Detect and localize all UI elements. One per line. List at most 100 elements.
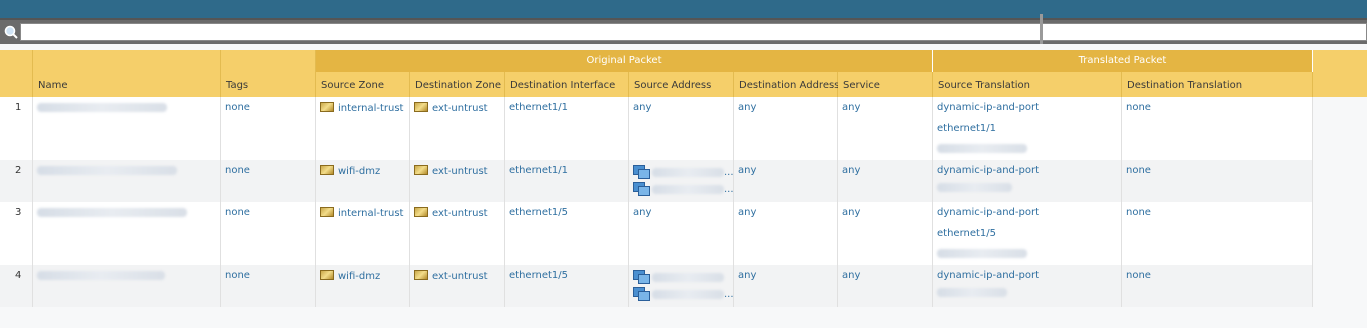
service-cell[interactable]: any xyxy=(838,202,933,265)
name-cell[interactable] xyxy=(33,202,221,265)
source-translation-interface: ethernet1/1 xyxy=(937,123,997,134)
address-object-icon xyxy=(633,165,650,179)
destination-translation-value: none xyxy=(1126,207,1151,218)
source-translation-interface: ethernet1/5 xyxy=(937,228,997,239)
destination-zone-value: ext-untrust xyxy=(414,102,488,114)
destination-zone-cell[interactable]: ext-untrust xyxy=(410,202,505,265)
header-source-translation-label: Source Translation xyxy=(938,80,1031,91)
tags-cell[interactable]: none xyxy=(221,160,316,202)
source-translation-address-redacted xyxy=(937,182,1012,193)
header-col-destination-zone[interactable]: Destination Zone xyxy=(410,72,505,97)
table-row[interactable]: 1 none internal-trust ext-untrust ethern… xyxy=(0,97,1313,160)
destination-address-value: any xyxy=(738,102,757,113)
header-source-zone-label: Source Zone xyxy=(321,80,384,91)
tags-cell[interactable]: none xyxy=(221,97,316,160)
destination-zone-cell[interactable]: ext-untrust xyxy=(410,160,505,202)
source-translation-type: dynamic-ip-and-port xyxy=(937,207,1040,218)
header-col-tags[interactable]: Tags xyxy=(221,50,316,97)
zone-icon xyxy=(320,207,334,217)
source-address-value: any xyxy=(633,207,652,218)
zone-icon xyxy=(414,270,428,280)
header-col-source-address[interactable]: Source Address xyxy=(629,72,734,97)
table-row[interactable]: 2 none wifi-dmz ext-untrust ethernet1/1 … xyxy=(0,160,1313,202)
source-zone-cell[interactable]: wifi-dmz xyxy=(316,160,410,202)
tags-value: none xyxy=(225,165,250,176)
destination-translation-cell[interactable]: none xyxy=(1122,265,1313,307)
source-address-cell[interactable]: any xyxy=(629,202,734,265)
destination-zone-value: ext-untrust xyxy=(414,165,488,177)
rule-name-redacted xyxy=(37,102,167,113)
destination-zone-cell[interactable]: ext-untrust xyxy=(410,265,505,307)
destination-translation-cell[interactable]: none xyxy=(1122,160,1313,202)
rule-name-redacted xyxy=(37,165,177,176)
row-number: 3 xyxy=(15,207,22,218)
destination-interface-cell[interactable]: ethernet1/5 xyxy=(505,265,629,307)
table-row[interactable]: 4 none wifi-dmz ext-untrust ethernet1/5 … xyxy=(0,265,1313,307)
source-zone-value: wifi-dmz xyxy=(320,270,380,282)
overflow-ellipsis: ... xyxy=(724,184,734,195)
source-translation-cell[interactable]: dynamic-ip-and-port ethernet1/5 xyxy=(933,202,1122,265)
header-group-original-packet: Original Packet xyxy=(316,50,933,72)
rule-name-redacted xyxy=(37,207,187,218)
filter-input[interactable] xyxy=(20,23,1367,41)
header-tags-label: Tags xyxy=(226,80,249,91)
source-zone-cell[interactable]: internal-trust xyxy=(316,97,410,160)
header-col-source-zone[interactable]: Source Zone xyxy=(316,72,410,97)
search-icon[interactable] xyxy=(3,24,19,40)
header-col-name[interactable]: Name xyxy=(33,50,221,97)
destination-address-cell[interactable]: any xyxy=(734,160,838,202)
address-object-icon xyxy=(633,287,650,301)
tags-cell[interactable]: none xyxy=(221,265,316,307)
source-zone-cell[interactable]: wifi-dmz xyxy=(316,265,410,307)
destination-address-value: any xyxy=(738,165,757,176)
destination-translation-value: none xyxy=(1126,102,1151,113)
source-address-cell[interactable]: ... xyxy=(629,265,734,307)
table-row[interactable]: 3 none internal-trust ext-untrust ethern… xyxy=(0,202,1313,265)
source-translation-address-redacted xyxy=(937,287,1007,298)
destination-zone-cell[interactable]: ext-untrust xyxy=(410,97,505,160)
source-address-cell[interactable]: ... ... xyxy=(629,160,734,202)
overflow-ellipsis: ... xyxy=(724,167,734,178)
destination-translation-cell[interactable]: none xyxy=(1122,97,1313,160)
source-translation-type: dynamic-ip-and-port xyxy=(937,102,1040,113)
source-translation-cell[interactable]: dynamic-ip-and-port ethernet1/1 xyxy=(933,97,1122,160)
row-number-cell: 4 xyxy=(0,265,33,307)
source-translation-address-redacted xyxy=(937,143,1027,154)
source-translation-cell[interactable]: dynamic-ip-and-port xyxy=(933,160,1122,202)
tags-cell[interactable]: none xyxy=(221,202,316,265)
destination-interface-cell[interactable]: ethernet1/1 xyxy=(505,160,629,202)
name-cell[interactable] xyxy=(33,265,221,307)
source-address-value: any xyxy=(633,102,652,113)
destination-address-value: any xyxy=(738,207,757,218)
header-destination-translation-label: Destination Translation xyxy=(1127,80,1243,91)
service-cell[interactable]: any xyxy=(838,160,933,202)
service-cell[interactable]: any xyxy=(838,97,933,160)
destination-interface-cell[interactable]: ethernet1/1 xyxy=(505,97,629,160)
destination-address-cell[interactable]: any xyxy=(734,202,838,265)
destination-translation-cell[interactable]: none xyxy=(1122,202,1313,265)
header-col-destination-translation[interactable]: Destination Translation xyxy=(1122,72,1313,97)
name-cell[interactable] xyxy=(33,160,221,202)
destination-address-cell[interactable]: any xyxy=(734,97,838,160)
header-col-destination-interface[interactable]: Destination Interface xyxy=(505,72,629,97)
source-zone-value: internal-trust xyxy=(320,102,403,114)
source-zone-cell[interactable]: internal-trust xyxy=(316,202,410,265)
header-col-source-translation[interactable]: Source Translation xyxy=(933,72,1122,97)
destination-zone-text: ext-untrust xyxy=(432,166,488,177)
source-translation-address-redacted xyxy=(937,248,1027,259)
source-translation-type: dynamic-ip-and-port xyxy=(937,270,1040,281)
address-object-icon xyxy=(633,270,650,284)
service-cell[interactable]: any xyxy=(838,265,933,307)
destination-zone-text: ext-untrust xyxy=(432,271,488,282)
destination-zone-text: ext-untrust xyxy=(432,208,488,219)
header-col-service[interactable]: Service xyxy=(838,72,933,97)
source-address-cell[interactable]: any xyxy=(629,97,734,160)
destination-address-cell[interactable]: any xyxy=(734,265,838,307)
source-translation-type: dynamic-ip-and-port xyxy=(937,165,1040,176)
source-translation-cell[interactable]: dynamic-ip-and-port xyxy=(933,265,1122,307)
rule-name-redacted xyxy=(37,270,165,281)
name-cell[interactable] xyxy=(33,97,221,160)
destination-interface-cell[interactable]: ethernet1/5 xyxy=(505,202,629,265)
header-col-destination-address[interactable]: Destination Address xyxy=(734,72,840,97)
header-destination-address-label: Destination Address xyxy=(739,80,840,91)
